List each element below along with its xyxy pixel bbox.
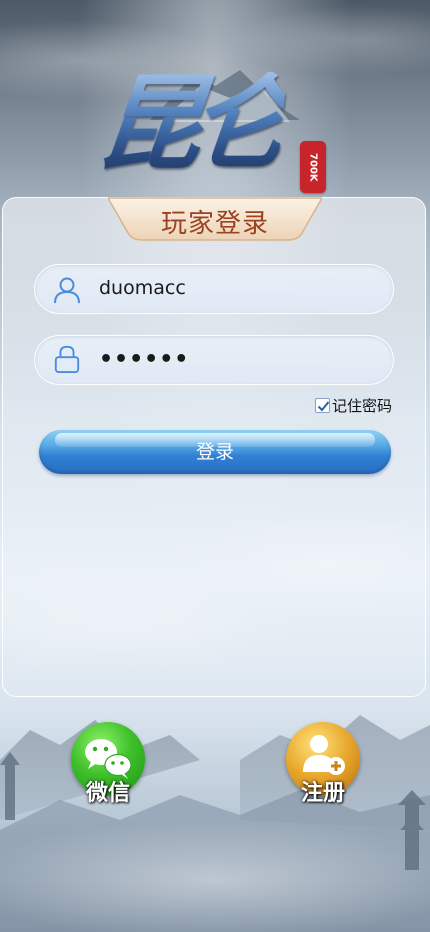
wechat-label[interactable]: 微信 — [58, 775, 158, 807]
check-icon — [317, 401, 330, 412]
remember-checkbox[interactable] — [315, 398, 330, 413]
logo-seal: 700K — [300, 141, 326, 193]
lock-icon — [54, 345, 80, 373]
panel-title: 玩家登录 — [160, 209, 269, 239]
register-label[interactable]: 注册 — [273, 775, 373, 807]
username-value[interactable]: duomacc — [99, 265, 186, 312]
remember-label[interactable]: 记住密码 — [332, 395, 392, 416]
username-field[interactable]: duomacc — [34, 264, 394, 314]
remember-password[interactable]: 记住密码 — [315, 395, 392, 416]
password-field[interactable]: •••••• — [34, 335, 394, 385]
user-icon — [54, 277, 80, 304]
logo-title: 昆仑 — [91, 62, 289, 185]
login-button-label: 登录 — [195, 441, 234, 463]
login-screen: 昆仑 700K 玩家登录 duomacc •••••• 记住密码 登录 微信 注… — [0, 0, 430, 932]
password-value[interactable]: •••••• — [99, 336, 189, 383]
game-logo: 昆仑 700K — [0, 0, 430, 200]
login-button[interactable]: 登录 — [39, 430, 391, 474]
panel-title-tab: 玩家登录 — [108, 197, 322, 241]
